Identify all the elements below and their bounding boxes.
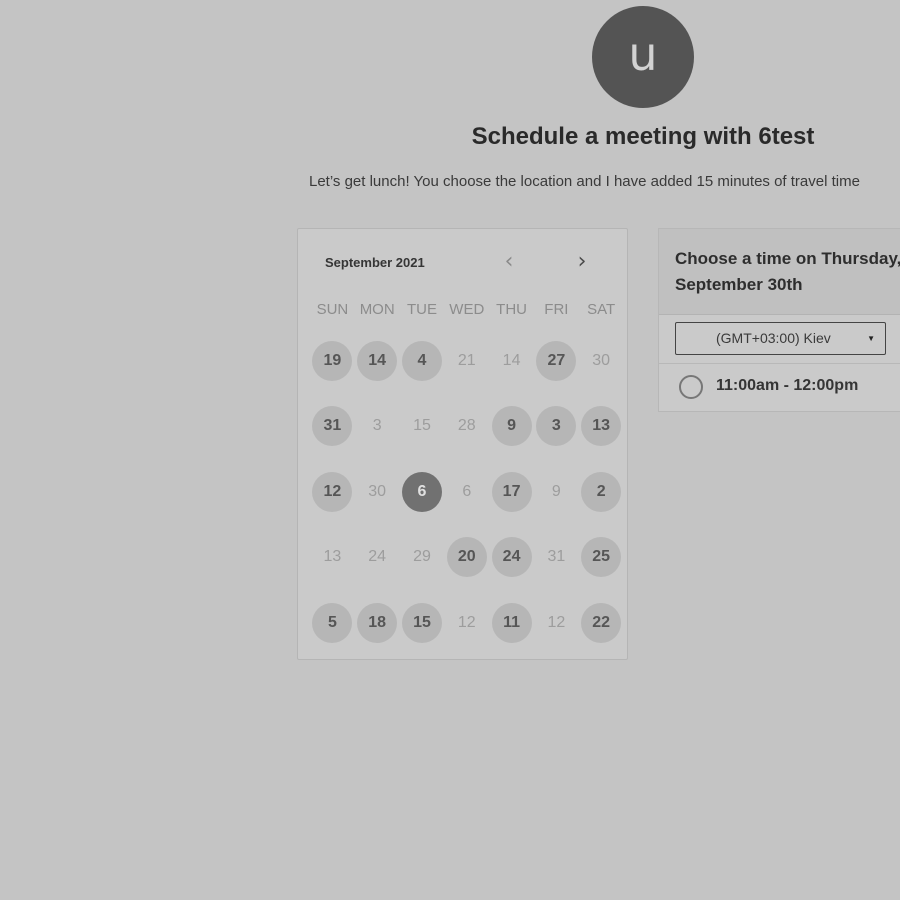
calendar-day-number: 30 (592, 352, 611, 369)
calendar-day[interactable]: 22 (579, 603, 624, 643)
calendar-day-number: 31 (547, 548, 566, 565)
calendar-day-number: 28 (457, 417, 476, 434)
calendar-day: 13 (310, 537, 355, 577)
calendar-week: 31 3 15 28 9 3 13 (310, 406, 624, 446)
calendar-day-number: 17 (491, 472, 532, 512)
calendar-day[interactable]: 6 (400, 472, 445, 512)
calendar-day-number: 15 (413, 417, 431, 434)
calendar-day-number: 9 (491, 406, 532, 446)
calendar-day: 31 (534, 537, 579, 577)
calendar-day[interactable]: 5 (310, 603, 355, 643)
calendar-day-number: 25 (581, 537, 622, 577)
caret-down-icon: ▼ (867, 334, 875, 343)
calendar-day-number: 2 (581, 472, 622, 512)
calendar-day[interactable]: 25 (579, 537, 624, 577)
calendar-day: 24 (355, 537, 400, 577)
weekday-label: SAT (587, 301, 616, 318)
calendar-day-number: 31 (312, 406, 353, 446)
calendar-day: 12 (444, 603, 489, 643)
scheduling-page: u Schedule a meeting with 6test Let’s ge… (0, 0, 900, 900)
calendar-day: 28 (444, 406, 489, 446)
time-slot-label: 11:00am - 12:00pm (716, 377, 859, 394)
calendar-day: 12 (534, 603, 579, 643)
time-slot[interactable]: 11:00am - 12:00pm (659, 363, 900, 411)
calendar-day: 30 (355, 472, 400, 512)
calendar-day[interactable]: 9 (489, 406, 534, 446)
calendar-day[interactable]: 17 (489, 472, 534, 512)
calendar-day[interactable]: 15 (400, 603, 445, 643)
calendar-day-number: 12 (312, 472, 353, 512)
calendar-week: 13 24 29 20 24 31 25 (310, 537, 624, 577)
calendar-day[interactable]: 31 (310, 406, 355, 446)
calendar-day: 29 (400, 537, 445, 577)
weekday-label: WED (449, 301, 485, 318)
calendar-day-number: 15 (401, 603, 442, 643)
calendar-day[interactable]: 12 (310, 472, 355, 512)
calendar-day-number: 3 (536, 406, 577, 446)
calendar-day-number: 22 (581, 603, 622, 643)
calendar-day[interactable]: 11 (489, 603, 534, 643)
calendar-day-number: 21 (457, 352, 476, 369)
calendar-day-number: 30 (368, 483, 387, 500)
chevron-right-icon[interactable]: › (570, 249, 594, 277)
calendar-day-number: 9 (551, 483, 561, 500)
page-title: Schedule a meeting with 6test (471, 123, 815, 150)
calendar-day[interactable]: 4 (400, 341, 445, 381)
calendar-day: 15 (400, 406, 445, 446)
calendar-day-number: 29 (413, 548, 431, 565)
calendar-day-number: 13 (581, 406, 622, 446)
calendar-day-number: 18 (357, 603, 398, 643)
calendar-day[interactable]: 20 (444, 537, 489, 577)
calendar-week: 5 18 15 12 11 12 22 (310, 603, 624, 643)
calendar-day[interactable]: 3 (534, 406, 579, 446)
calendar: September 2021 ‹ › SUN MON TUE WED THU F… (297, 228, 628, 660)
calendar-day[interactable]: 24 (489, 537, 534, 577)
calendar-day-number: 24 (491, 537, 532, 577)
calendar-day[interactable]: 14 (355, 341, 400, 381)
calendar-day-number: 12 (547, 614, 566, 631)
weekday-label: FRI (544, 301, 569, 318)
calendar-day-number: 6 (401, 472, 442, 512)
calendar-day-number: 12 (457, 614, 476, 631)
calendar-day: 14 (489, 341, 534, 381)
calendar-day-number: 13 (323, 548, 342, 565)
calendar-day-number: 27 (536, 341, 577, 381)
calendar-day-number: 11 (491, 603, 532, 643)
calendar-day: 21 (444, 341, 489, 381)
calendar-day[interactable]: 18 (355, 603, 400, 643)
calendar-day-number: 4 (401, 341, 442, 381)
radio-button[interactable] (679, 375, 703, 399)
weekday-label: SUN (316, 301, 349, 318)
calendar-day[interactable]: 2 (579, 472, 624, 512)
calendar-day-number: 5 (312, 603, 353, 643)
time-picker-heading: Choose a time on Thursday, September 30t… (659, 229, 900, 315)
weekday-label: TUE (406, 301, 437, 318)
calendar-day: 6 (444, 472, 489, 512)
meeting-description: Let’s get lunch! You choose the location… (309, 173, 860, 190)
calendar-day[interactable]: 13 (579, 406, 624, 446)
calendar-day-number: 19 (312, 341, 353, 381)
calendar-day-number: 14 (502, 352, 521, 369)
calendar-day[interactable]: 19 (310, 341, 355, 381)
calendar-week: 19 14 4 21 14 27 30 (310, 341, 624, 381)
calendar-day-number: 3 (372, 417, 382, 434)
calendar-day: 3 (355, 406, 400, 446)
month-label: September 2021 (325, 255, 425, 270)
weekday-label: MON (359, 301, 395, 318)
weekday-label: THU (496, 301, 527, 318)
calendar-day-number: 24 (368, 548, 387, 565)
avatar: u (592, 6, 694, 108)
weekday-header: SUN MON TUE WED THU FRI SAT (310, 301, 624, 318)
chevron-left-icon[interactable]: ‹ (497, 249, 521, 277)
calendar-day: 9 (534, 472, 579, 512)
calendar-day-number: 6 (462, 483, 472, 500)
calendar-day[interactable]: 27 (534, 341, 579, 381)
timezone-select[interactable]: (GMT+03:00) Kiev ▼ (675, 322, 886, 355)
calendar-day-number: 20 (446, 537, 487, 577)
timezone-label: (GMT+03:00) Kiev (716, 330, 831, 346)
calendar-week: 12 30 6 6 17 9 2 (310, 472, 624, 512)
calendar-day-number: 14 (357, 341, 398, 381)
time-picker-panel: Choose a time on Thursday, September 30t… (658, 228, 900, 412)
calendar-day: 30 (579, 341, 624, 381)
